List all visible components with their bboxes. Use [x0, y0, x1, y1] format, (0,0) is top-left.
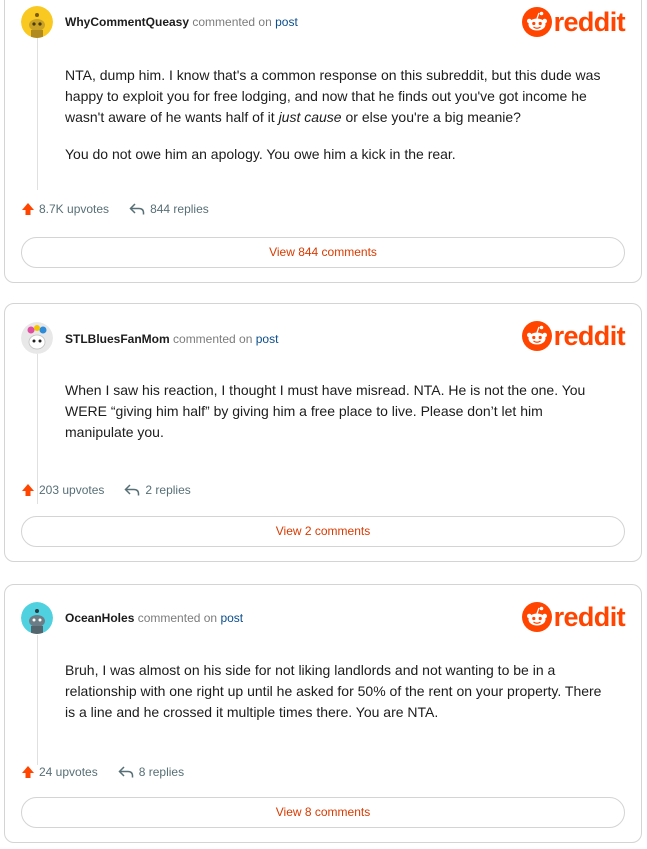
- reply-button[interactable]: 844 replies: [129, 202, 209, 216]
- username[interactable]: STLBluesFanMom: [65, 332, 170, 346]
- comment-footer: 203 upvotes 2 replies: [21, 483, 191, 497]
- upvote-button[interactable]: 24 upvotes: [21, 765, 98, 779]
- reply-button[interactable]: 2 replies: [124, 483, 191, 497]
- reddit-logo[interactable]: reddit: [521, 7, 626, 37]
- snoo-avatar-icon: [21, 602, 53, 634]
- reddit-snoo-icon: [521, 7, 552, 37]
- reply-arrow-icon: [129, 203, 145, 215]
- upvote-arrow-icon: [22, 766, 34, 778]
- comment-paragraph: Bruh, I was almost on his side for not l…: [65, 662, 602, 720]
- user-avatar[interactable]: [21, 322, 53, 354]
- reply-arrow-icon: [124, 484, 140, 496]
- upvote-count: 24 upvotes: [39, 765, 98, 779]
- comment-header: OceanHoles commented on post: [65, 610, 243, 626]
- reddit-logo[interactable]: reddit: [521, 602, 626, 632]
- reply-count: 2 replies: [145, 483, 191, 497]
- snoo-avatar-icon: [21, 6, 53, 38]
- reply-arrow-icon: [118, 766, 133, 778]
- reddit-wordmark: reddit: [553, 602, 626, 632]
- reddit-wordmark: reddit: [553, 7, 626, 37]
- reply-count: 8 replies: [138, 765, 185, 779]
- action-text: commented on: [192, 15, 272, 29]
- upvote-button[interactable]: 203 upvotes: [21, 483, 104, 497]
- action-text: commented on: [137, 611, 218, 625]
- post-link[interactable]: post: [220, 611, 243, 625]
- action-text: commented on: [173, 332, 253, 346]
- comment-footer: 24 upvotes 8 replies: [21, 765, 184, 779]
- comment-paragraph: When I saw his reaction, I thought I mus…: [65, 382, 586, 440]
- reply-count: 844 replies: [150, 202, 209, 216]
- comment-footer: 8.7K upvotes 844 replies: [21, 202, 209, 216]
- comment-header: STLBluesFanMom commented on post: [65, 331, 278, 347]
- comment-card: WhyCommentQueasy commented on post reddi…: [4, 0, 642, 283]
- comment-paragraph: NTA, dump him. I know that's a common re…: [65, 67, 601, 125]
- reddit-logo[interactable]: reddit: [521, 321, 626, 351]
- post-link[interactable]: post: [256, 332, 279, 346]
- reply-button[interactable]: 8 replies: [118, 765, 184, 779]
- comment-card: STLBluesFanMom commented on post reddit …: [4, 303, 642, 562]
- reddit-snoo-icon: [521, 321, 552, 351]
- upvote-count: 203 upvotes: [39, 483, 105, 497]
- thread-line: [37, 635, 38, 765]
- username[interactable]: WhyCommentQueasy: [65, 15, 189, 29]
- comment-body: NTA, dump him. I know that's a common re…: [65, 65, 613, 181]
- view-comments-button[interactable]: View 844 comments: [21, 237, 625, 268]
- upvote-count: 8.7K upvotes: [39, 202, 110, 216]
- username[interactable]: OceanHoles: [65, 611, 134, 625]
- comment-card: OceanHoles commented on post reddit Bruh…: [4, 584, 642, 843]
- view-comments-button[interactable]: View 8 comments: [21, 797, 625, 828]
- snoo-avatar-icon: [21, 322, 53, 354]
- reddit-snoo-icon: [521, 602, 552, 632]
- comment-body: Bruh, I was almost on his side for not l…: [65, 660, 613, 739]
- thread-line: [37, 354, 38, 504]
- comment-paragraph: You do not owe him an apology. You owe h…: [65, 146, 456, 162]
- upvote-button[interactable]: 8.7K upvotes: [21, 202, 109, 216]
- user-avatar[interactable]: [21, 6, 53, 38]
- upvote-arrow-icon: [22, 203, 34, 215]
- user-avatar[interactable]: [21, 602, 53, 634]
- comment-header: WhyCommentQueasy commented on post: [65, 14, 298, 30]
- thread-line: [37, 30, 38, 190]
- view-comments-button[interactable]: View 2 comments: [21, 516, 625, 547]
- comment-body: When I saw his reaction, I thought I mus…: [65, 380, 613, 459]
- post-link[interactable]: post: [275, 15, 298, 29]
- upvote-arrow-icon: [22, 484, 34, 496]
- reddit-wordmark: reddit: [553, 321, 626, 351]
